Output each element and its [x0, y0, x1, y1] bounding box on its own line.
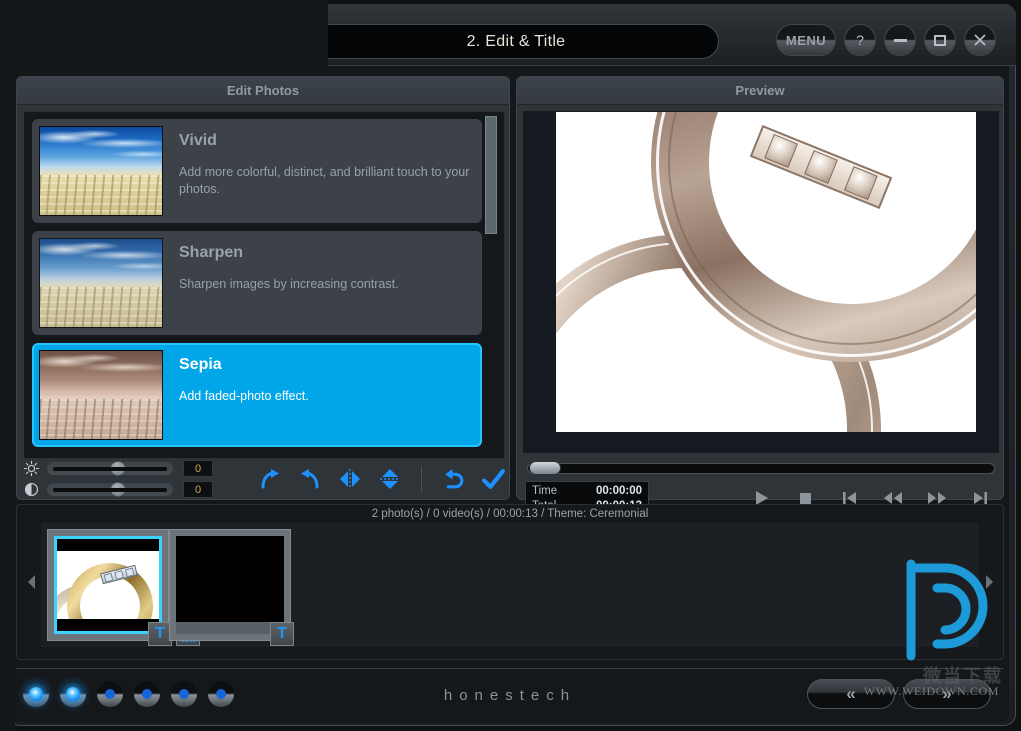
maximize-button[interactable]: [924, 24, 956, 56]
menu-button[interactable]: MENU: [776, 24, 836, 56]
effect-thumbnail-sharpen: [39, 238, 163, 328]
brightness-slider-knob[interactable]: [110, 461, 127, 476]
storyboard-item-1[interactable]: T: [47, 529, 200, 646]
contrast-value[interactable]: 0: [183, 481, 213, 498]
edit-photos-panel: Edit Photos Vivid Add more colorful, dis…: [16, 76, 510, 500]
page-title: 2. Edit & Title: [313, 24, 719, 59]
effect-thumbnail-vivid: [39, 126, 163, 216]
sun-icon: [23, 460, 42, 477]
title-button-2[interactable]: T: [270, 622, 294, 646]
storyboard-thumbnail-1[interactable]: [54, 536, 162, 634]
contrast-icon: [23, 481, 42, 498]
storyboard-thumbnail-2[interactable]: [176, 536, 284, 634]
close-icon: [974, 34, 986, 46]
effects-list-container: Vivid Add more colorful, distinct, and b…: [23, 111, 505, 459]
minimize-button[interactable]: [884, 24, 916, 56]
check-icon: [481, 468, 505, 489]
flip-horizontal-button[interactable]: [337, 466, 363, 492]
undo-icon: [444, 468, 463, 488]
effects-scrollbar-thumb[interactable]: [485, 116, 497, 234]
close-button[interactable]: [964, 24, 996, 56]
storyboard-photo-rings: [57, 551, 159, 619]
toolbar-separator-2: [421, 466, 422, 492]
chevron-right-icon: [985, 575, 993, 589]
brightness-value[interactable]: 0: [183, 460, 213, 477]
flip-vertical-button[interactable]: [377, 466, 403, 492]
screen-occlusion-left-edge: [0, 68, 15, 731]
edit-toolbar: 0 0: [23, 460, 506, 498]
maximize-icon: [934, 34, 946, 46]
footer-bar: honestech « »: [16, 668, 1004, 720]
flip-vertical-icon: [380, 469, 400, 489]
title-icon: T: [155, 625, 165, 642]
application-window: 2. Edit & Title MENU ? Edit Photos Vivid…: [0, 0, 1021, 731]
screen-occlusion-top-left: [0, 0, 328, 68]
effects-scrollbar[interactable]: [484, 115, 498, 457]
brightness-slider[interactable]: [47, 461, 174, 476]
effect-description: Add more colorful, distinct, and brillia…: [179, 165, 470, 196]
effect-title: Vivid: [179, 132, 217, 149]
contrast-slider-knob[interactable]: [110, 482, 127, 497]
storyboard-status: 2 photo(s) / 0 video(s) / 00:00:13 / The…: [371, 508, 649, 520]
effect-item-vivid[interactable]: Vivid Add more colorful, distinct, and b…: [32, 119, 482, 223]
contrast-slider[interactable]: [47, 482, 174, 497]
effect-description: Add faded-photo effect.: [179, 389, 309, 403]
flip-horizontal-icon: [340, 469, 360, 489]
rotate-right-icon: [261, 469, 279, 489]
time-label: Time: [532, 485, 558, 497]
preview-seekbar[interactable]: [523, 459, 999, 477]
preview-panel: Preview Time 00:00:00 Tot: [516, 76, 1004, 515]
preview-stage: [523, 111, 999, 453]
rotate-left-icon: [301, 469, 319, 489]
effect-title: Sharpen: [179, 244, 244, 261]
minimize-icon: [893, 38, 907, 42]
preview-image: [556, 112, 976, 432]
brightness-slider-row: 0: [23, 458, 213, 479]
storyboard-panel: 2 photo(s) / 0 video(s) / 00:00:13 / The…: [16, 504, 1004, 660]
time-value: 00:00:00: [595, 485, 642, 497]
help-button[interactable]: ?: [844, 24, 876, 56]
watermark-url: WWW.WEIDOWN.COM: [863, 684, 999, 698]
effects-list: Vivid Add more colorful, distinct, and b…: [32, 119, 482, 455]
seek-knob[interactable]: [529, 461, 561, 475]
title-icon: T: [277, 625, 287, 642]
effect-item-sepia[interactable]: Sepia Add faded-photo effect.: [32, 343, 482, 447]
effect-thumbnail-sepia: [39, 350, 163, 440]
rotate-left-button[interactable]: [297, 466, 323, 492]
effect-item-sharpen[interactable]: Sharpen Sharpen images by increasing con…: [32, 231, 482, 335]
storyboard-scroll-left[interactable]: [23, 567, 39, 597]
storyboard-track: T T: [41, 523, 979, 647]
storyboard-scroll-right[interactable]: [981, 567, 997, 597]
storyboard-slot-bar: [176, 622, 284, 634]
storyboard-item-2[interactable]: T: [169, 529, 294, 646]
window-controls: MENU ?: [776, 24, 996, 56]
contrast-slider-row: 0: [23, 479, 213, 500]
preview-header: Preview: [517, 77, 1003, 105]
undo-button[interactable]: [440, 466, 466, 492]
rotate-right-button[interactable]: [257, 466, 283, 492]
chevron-left-icon: [27, 575, 35, 589]
effect-title: Sepia: [179, 356, 222, 373]
seek-track[interactable]: [527, 463, 995, 474]
edit-photos-header: Edit Photos: [17, 77, 509, 105]
apply-button[interactable]: [480, 466, 506, 492]
effect-description: Sharpen images by increasing contrast.: [179, 277, 399, 291]
